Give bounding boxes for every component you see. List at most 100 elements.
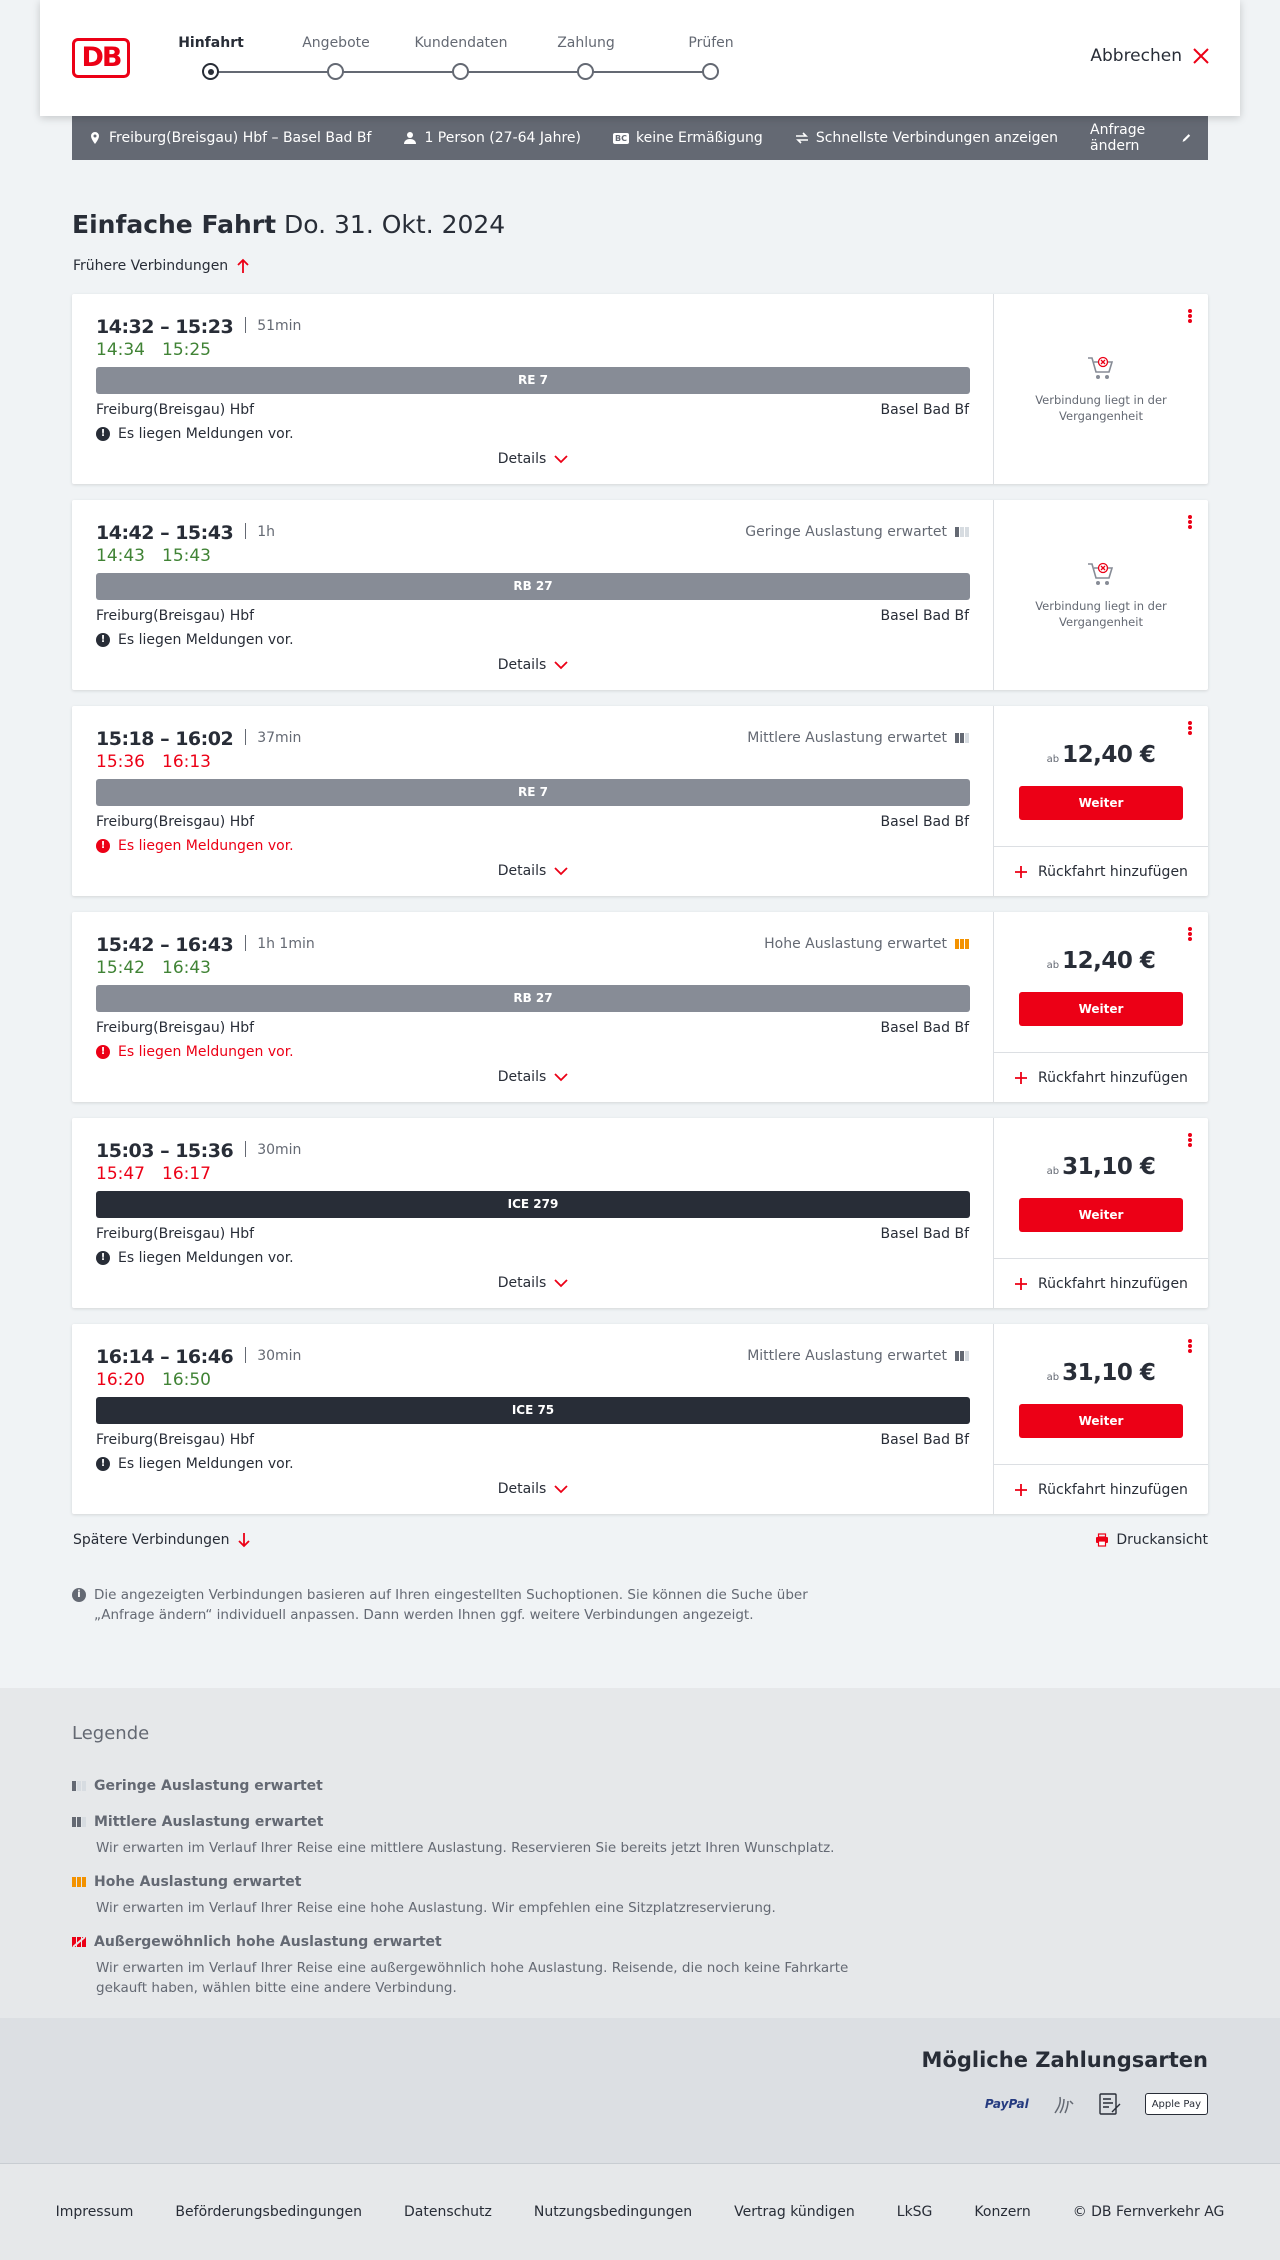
swap-arrows-icon xyxy=(795,132,808,144)
realtime-departure: 16:20 xyxy=(96,1370,145,1390)
planned-times: 15:42 – 16:43 xyxy=(96,934,234,956)
connection-summary[interactable]: 15:18 – 16:02 37min 15:36 16:13 RE 7 Freiburg… xyxy=(72,706,994,896)
continue-button[interactable]: Weiter xyxy=(1019,786,1183,820)
notice-message[interactable]: ! Es liegen Meldungen vor. xyxy=(96,1250,294,1266)
more-options-icon[interactable] xyxy=(1188,927,1192,941)
origin-station: Freiburg(Breisgau) Hbf xyxy=(96,1432,255,1448)
change-request-label: Anfrage ändern xyxy=(1090,122,1146,154)
divider xyxy=(245,935,247,951)
connection-summary[interactable]: 15:03 – 15:36 30min 15:47 16:17 ICE 279 Freib… xyxy=(72,1118,994,1308)
load-exceptional-icon xyxy=(72,1936,86,1948)
footer-link-impressum[interactable]: Impressum xyxy=(56,2204,134,2220)
divider xyxy=(245,523,247,539)
planned-times: 16:14 – 16:46 xyxy=(96,1346,234,1368)
query-passengers[interactable]: 1 Person (27-64 Jahre) xyxy=(403,130,581,146)
earlier-connections-link[interactable]: Frühere Verbindungen xyxy=(73,258,250,274)
query-fastest[interactable]: Schnellste Verbindungen anzeigen xyxy=(795,130,1058,146)
details-toggle[interactable]: Details xyxy=(72,451,994,467)
connection-card: 15:42 – 16:43 1h 1min 15:42 16:43 RB 27 Freib… xyxy=(72,912,1208,1102)
add-return-trip-label: Rückfahrt hinzufügen xyxy=(1038,1069,1188,1086)
info-icon: i xyxy=(72,1588,86,1602)
query-discount[interactable]: BC keine Ermäßigung xyxy=(613,130,763,146)
occupancy-info: Mittlere Auslastung erwartet xyxy=(747,730,969,746)
origin-station: Freiburg(Breisgau) Hbf xyxy=(96,814,255,830)
step-label-hinfahrt: Hinfahrt xyxy=(178,35,244,51)
legend-item-medium: Mittlere Auslastung erwartet Wir erwarte… xyxy=(72,1814,872,1858)
notice-message[interactable]: ! Es liegen Meldungen vor. xyxy=(96,838,294,854)
connection-card: 14:32 – 15:23 51min 14:34 15:25 RE 7 Freiburg… xyxy=(72,294,1208,484)
footer-link-cancel-contract[interactable]: Vertrag kündigen xyxy=(734,2204,855,2220)
add-return-trip-button[interactable]: Rückfahrt hinzufügen xyxy=(994,1258,1208,1308)
connection-card: 15:03 – 15:36 30min 15:47 16:17 ICE 279 Freib… xyxy=(72,1118,1208,1308)
footer-link-terms[interactable]: Nutzungsbedingungen xyxy=(534,2204,692,2220)
occupancy-info: Geringe Auslastung erwartet xyxy=(745,524,969,540)
search-info-note: i Die angezeigten Verbindungen basieren … xyxy=(72,1585,872,1625)
notice-message[interactable]: ! Es liegen Meldungen vor. xyxy=(96,632,294,648)
footer-link-lksg[interactable]: LkSG xyxy=(897,2204,933,2220)
continue-button[interactable]: Weiter xyxy=(1019,1404,1183,1438)
notice-message[interactable]: ! Es liegen Meldungen vor. xyxy=(96,1044,294,1060)
query-fastest-label: Schnellste Verbindungen anzeigen xyxy=(815,130,1059,146)
print-view-link[interactable]: Druckansicht xyxy=(1095,1532,1208,1548)
trip-date: Do. 31. Okt. 2024 xyxy=(284,210,506,239)
later-connections-link[interactable]: Spätere Verbindungen xyxy=(73,1532,251,1548)
details-toggle[interactable]: Details xyxy=(72,1481,994,1497)
more-options-icon[interactable] xyxy=(1188,309,1192,323)
pencil-icon xyxy=(1182,134,1191,142)
more-options-icon[interactable] xyxy=(1188,721,1192,735)
realtime-departure: 15:42 xyxy=(96,958,145,978)
connection-summary[interactable]: 14:42 – 15:43 1h 14:43 15:43 RB 27 Freiburg(B… xyxy=(72,500,994,690)
details-label: Details xyxy=(497,1481,547,1497)
legend-item-title: Außergewöhnlich hohe Auslastung erwartet xyxy=(94,1934,442,1950)
footer-link-conditions[interactable]: Beförderungsbedingungen xyxy=(175,2204,362,2220)
details-toggle[interactable]: Details xyxy=(72,1069,994,1085)
later-label: Spätere Verbindungen xyxy=(73,1532,230,1548)
cancel-button[interactable]: Abbrechen xyxy=(1090,46,1210,66)
payment-methods: PayPal Apple Pay xyxy=(985,2093,1208,2115)
destination-station: Basel Bad Bf xyxy=(880,1432,969,1448)
continue-button[interactable]: Weiter xyxy=(1019,1198,1183,1232)
load-indicator-icon xyxy=(955,733,969,743)
plus-icon xyxy=(1015,1071,1028,1084)
change-request-button[interactable]: Anfrage ändern xyxy=(1090,122,1192,154)
more-options-icon[interactable] xyxy=(1188,1339,1192,1353)
chevron-down-icon xyxy=(554,1072,568,1081)
details-toggle[interactable]: Details xyxy=(72,1275,994,1291)
origin-station: Freiburg(Breisgau) Hbf xyxy=(96,402,255,418)
arrow-down-icon xyxy=(238,1533,251,1548)
occupancy-label: Mittlere Auslastung erwartet xyxy=(747,730,947,746)
add-return-trip-button[interactable]: Rückfahrt hinzufügen xyxy=(994,846,1208,896)
train-bar: ICE 279 xyxy=(96,1191,970,1218)
db-logo[interactable]: DB xyxy=(72,38,130,78)
cart-unavailable-icon xyxy=(1088,356,1114,379)
realtime-arrival: 16:13 xyxy=(162,752,211,772)
connection-summary[interactable]: 15:42 – 16:43 1h 1min 15:42 16:43 RB 27 Freib… xyxy=(72,912,994,1102)
notice-message[interactable]: ! Es liegen Meldungen vor. xyxy=(96,1456,294,1472)
footer-link-konzern[interactable]: Konzern xyxy=(974,2204,1030,2220)
more-options-icon[interactable] xyxy=(1188,1133,1192,1147)
origin-station: Freiburg(Breisgau) Hbf xyxy=(96,1020,255,1036)
step-label-zahlung: Zahlung xyxy=(557,35,615,51)
notice-text: Es liegen Meldungen vor. xyxy=(118,1250,294,1266)
notice-message[interactable]: ! Es liegen Meldungen vor. xyxy=(96,426,294,442)
query-route[interactable]: Freiburg(Breisgau) Hbf – Basel Bad Bf xyxy=(88,130,371,146)
trip-type: Einfache Fahrt xyxy=(72,210,277,239)
query-discount-label: keine Ermäßigung xyxy=(635,130,763,146)
occupancy-info: Mittlere Auslastung erwartet xyxy=(747,1348,969,1364)
connection-summary[interactable]: 14:32 – 15:23 51min 14:34 15:25 RE 7 Freiburg… xyxy=(72,294,994,484)
connection-summary[interactable]: 16:14 – 16:46 30min 16:20 16:50 ICE 75 Freibu… xyxy=(72,1324,994,1514)
train-bar: RB 27 xyxy=(96,985,970,1012)
alert-icon: ! xyxy=(96,1045,110,1059)
legend-item-low: Geringe Auslastung erwartet xyxy=(72,1778,872,1794)
chevron-down-icon xyxy=(554,1278,568,1287)
add-return-trip-button[interactable]: Rückfahrt hinzufügen xyxy=(994,1464,1208,1514)
add-return-trip-button[interactable]: Rückfahrt hinzufügen xyxy=(994,1052,1208,1102)
details-toggle[interactable]: Details xyxy=(72,863,994,879)
more-options-icon[interactable] xyxy=(1188,515,1192,529)
realtime-arrival: 15:43 xyxy=(162,546,211,566)
search-info-text: Die angezeigten Verbindungen basieren au… xyxy=(94,1587,808,1623)
continue-button[interactable]: Weiter xyxy=(1019,992,1183,1026)
footer-link-privacy[interactable]: Datenschutz xyxy=(404,2204,492,2220)
details-toggle[interactable]: Details xyxy=(72,657,994,673)
notice-text: Es liegen Meldungen vor. xyxy=(118,1044,294,1060)
